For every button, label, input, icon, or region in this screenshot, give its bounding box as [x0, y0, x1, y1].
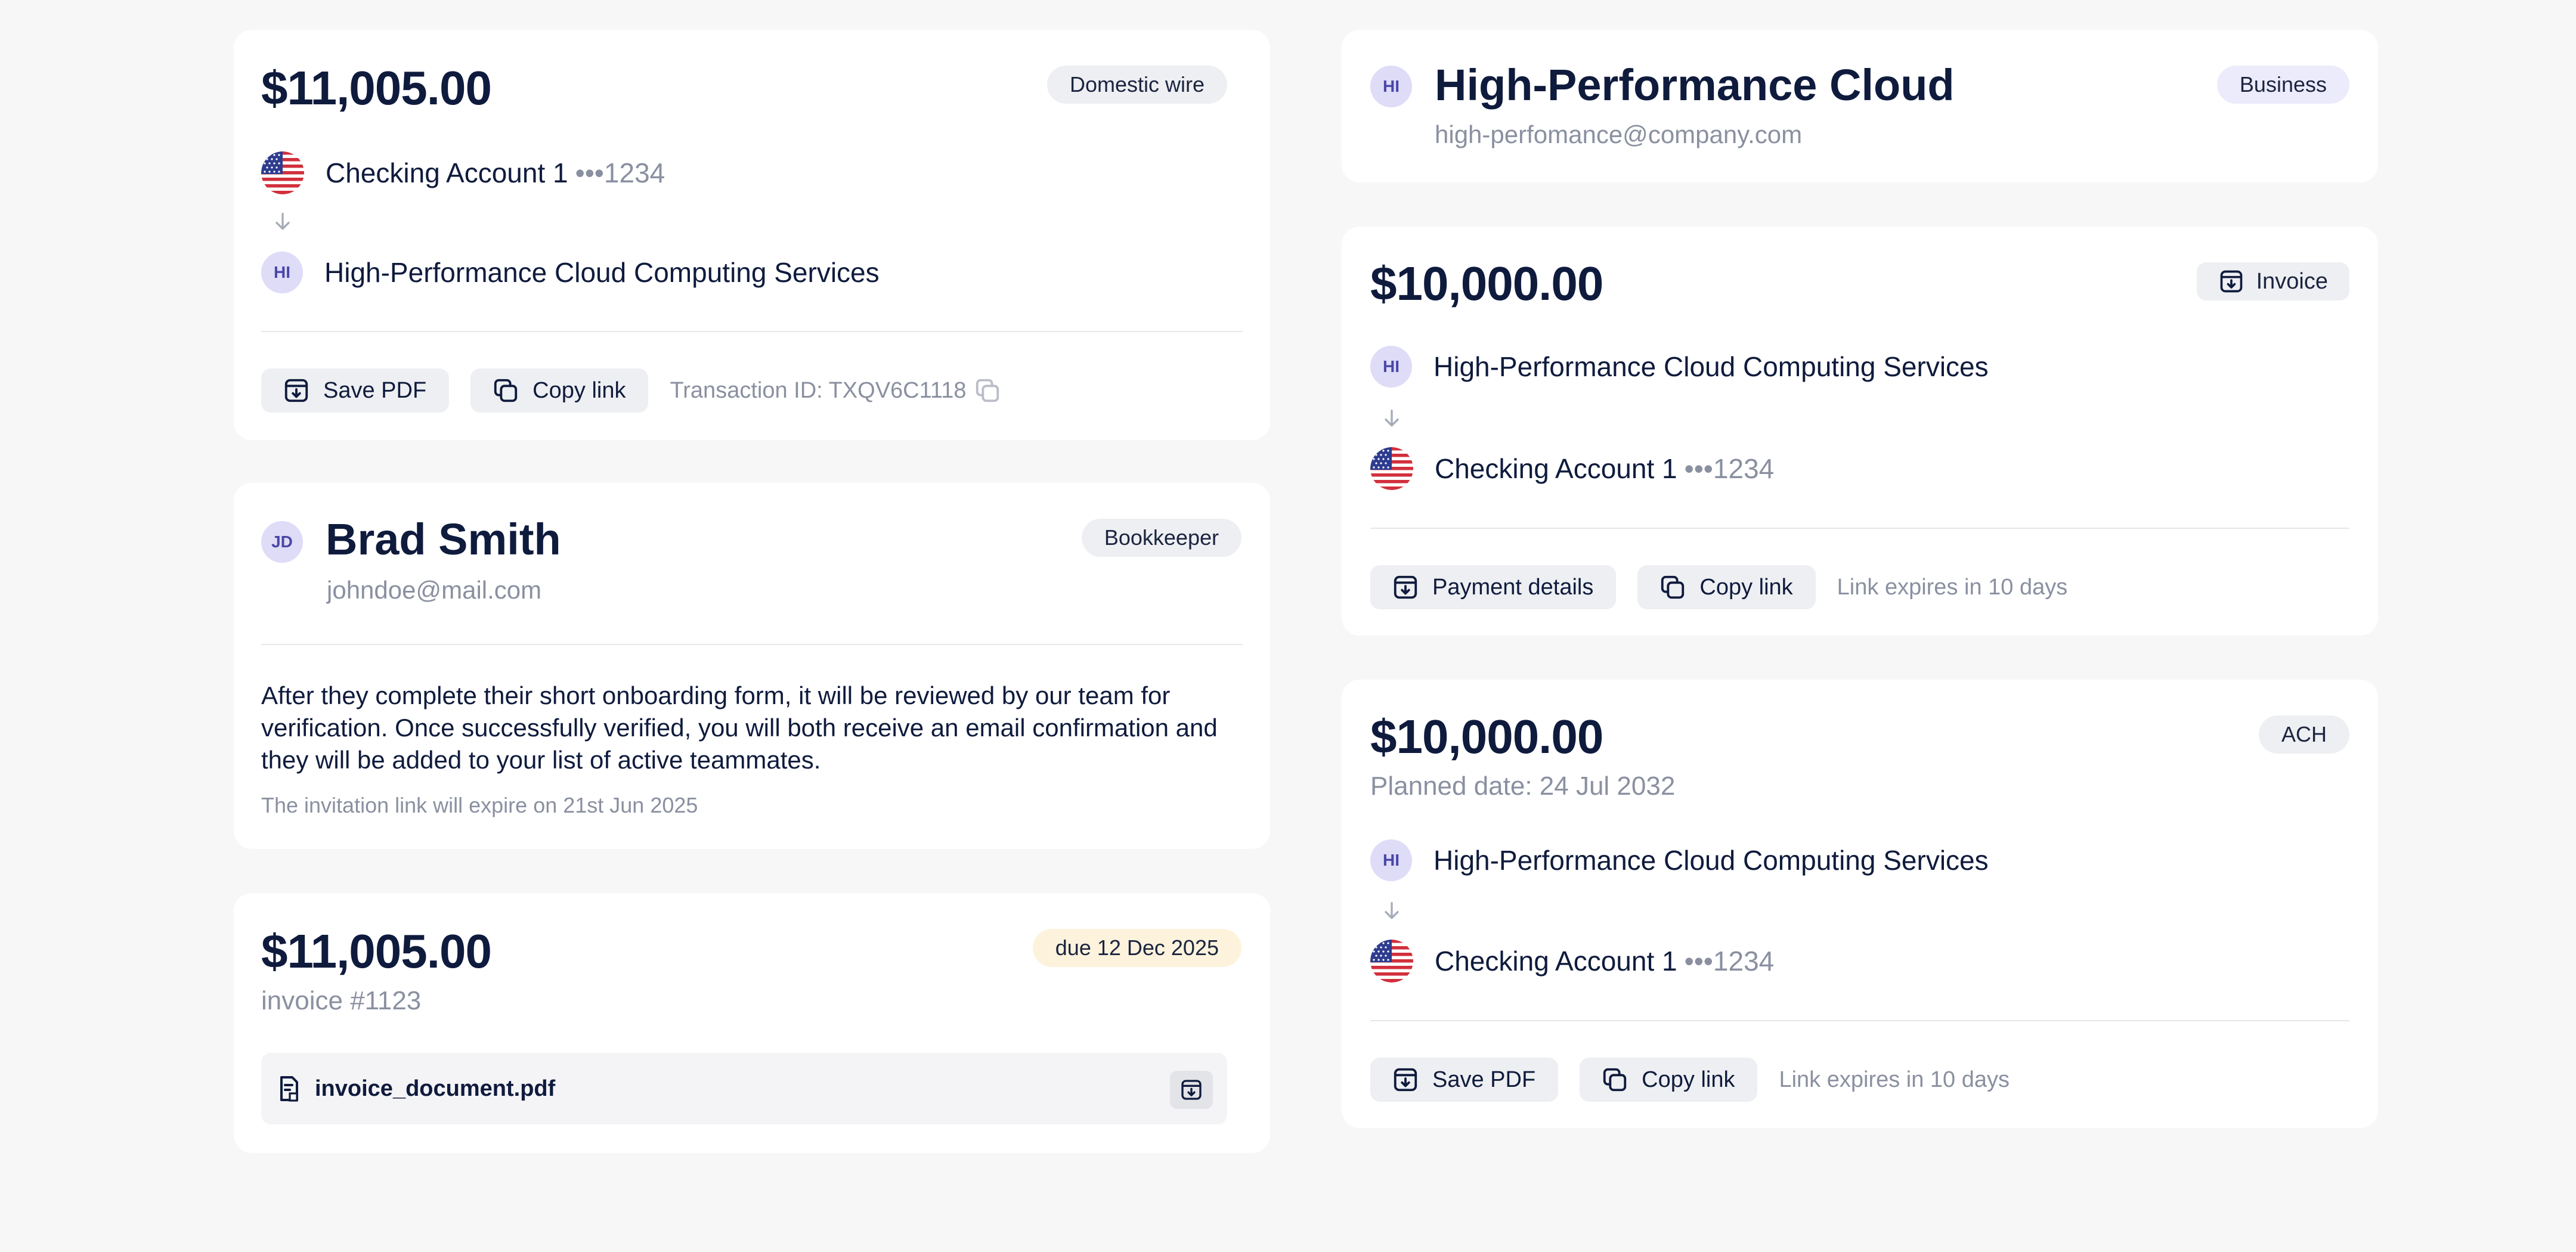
contact-avatar: HI	[1370, 66, 1412, 107]
save-pdf-label: Save PDF	[1432, 1067, 1536, 1092]
role-badge: Bookkeeper	[1081, 519, 1241, 557]
recipient-name: High-Performance Cloud Computing Service…	[1433, 845, 1989, 876]
wire-transfer-card: $11,005.00 Domestic wire Checking Accoun…	[234, 30, 1270, 440]
invite-message: After they complete their short onboardi…	[261, 681, 1218, 774]
to-account-mask: •••1234	[1684, 946, 1775, 977]
copy-link-button[interactable]: Copy link	[470, 368, 649, 413]
payment-actions: Payment details Copy link Link expires i…	[1370, 565, 2067, 609]
contact-email: high-perfomance@company.com	[1435, 120, 1803, 148]
download-icon	[283, 377, 310, 404]
invite-expiry-note: The invitation link will expire on 21st …	[261, 793, 698, 817]
recipient-avatar: HI	[261, 252, 303, 293]
divider	[1370, 1020, 2349, 1021]
us-flag-icon	[1370, 447, 1413, 490]
to-account-mask: •••1234	[1684, 453, 1775, 484]
download-icon	[2218, 268, 2244, 295]
request-amount: $10,000.00	[1370, 257, 1603, 310]
payment-details-label: Payment details	[1432, 574, 1594, 600]
ach-payment-card: $10,000.00 Planned date: 24 Jul 2032 ACH…	[1342, 680, 2378, 1128]
member-avatar: JD	[261, 521, 303, 563]
member-email: johndoe@mail.com	[327, 576, 542, 604]
copy-link-label: Copy link	[1699, 574, 1793, 600]
copy-transaction-id-icon[interactable]	[974, 377, 1001, 404]
arrow-down-icon	[1380, 407, 1404, 430]
save-pdf-label: Save PDF	[323, 377, 427, 403]
contact-type-badge: Business	[2216, 66, 2349, 104]
from-account-name: Checking Account 1	[326, 157, 568, 188]
from-recipient-row: HI High-Performance Cloud Computing Serv…	[1370, 839, 1989, 881]
copy-link-button[interactable]: Copy link	[1580, 1058, 1758, 1102]
link-expiry: Link expires in 10 days	[1779, 1067, 2010, 1092]
divider	[261, 644, 1243, 645]
download-icon	[1392, 574, 1419, 601]
recipient-avatar: HI	[1370, 346, 1412, 388]
invoice-button-label: Invoice	[2256, 269, 2328, 294]
download-icon	[1179, 1078, 1203, 1102]
to-account-row: Checking Account 1 •••1234	[1370, 447, 1774, 490]
transfer-amount: $11,005.00	[261, 61, 492, 114]
copy-icon	[1659, 574, 1686, 601]
from-account-mask: •••1234	[575, 157, 665, 188]
recipient-avatar: HI	[1370, 839, 1412, 881]
divider	[1370, 528, 2349, 529]
download-icon	[1392, 1066, 1419, 1093]
planned-date: Planned date: 24 Jul 2032	[1370, 771, 1676, 801]
file-icon	[274, 1074, 303, 1103]
save-pdf-button[interactable]: Save PDF	[1370, 1058, 1559, 1102]
invoice-number: invoice #1123	[261, 986, 422, 1015]
attachment-file-name: invoice_document.pdf	[315, 1076, 556, 1101]
member-name: Brad Smith	[326, 515, 561, 564]
download-attachment-button[interactable]	[1170, 1071, 1213, 1109]
ach-actions: Save PDF Copy link Link expires in 10 da…	[1370, 1058, 2010, 1102]
arrow-down-icon	[1380, 899, 1404, 923]
us-flag-icon	[261, 151, 304, 194]
wire-actions: Save PDF Copy link Transaction ID: TXQV6…	[261, 368, 1001, 413]
ach-amount: $10,000.00	[1370, 710, 1603, 763]
from-account-row: Checking Account 1 •••1234	[261, 151, 665, 194]
invoice-button[interactable]: Invoice	[2196, 262, 2349, 300]
copy-icon	[1601, 1066, 1628, 1093]
recipient-name: High-Performance Cloud Computing Service…	[1433, 351, 1989, 382]
copy-link-label: Copy link	[532, 377, 626, 403]
transfer-type-badge: Domestic wire	[1046, 66, 1227, 104]
invoice-amount: $11,005.00	[261, 925, 492, 978]
contact-name: High-Performance Cloud	[1435, 60, 1955, 110]
to-account-name: Checking Account 1	[1435, 946, 1677, 977]
due-date-badge: due 12 Dec 2025	[1032, 929, 1241, 967]
payment-request-card: $10,000.00 Invoice HI High-Performance C…	[1342, 227, 2378, 636]
payment-details-button[interactable]: Payment details	[1370, 565, 1617, 609]
save-pdf-button[interactable]: Save PDF	[261, 368, 450, 413]
from-recipient-row: HI High-Performance Cloud Computing Serv…	[1370, 346, 1989, 388]
contact-card: HI High-Performance Cloud high-perfomanc…	[1342, 30, 2378, 182]
transaction-id: Transaction ID: TXQV6C1118	[670, 377, 967, 403]
copy-link-label: Copy link	[1642, 1067, 1735, 1092]
to-account-name: Checking Account 1	[1435, 453, 1677, 484]
to-account-row: Checking Account 1 •••1234	[1370, 940, 1774, 983]
attachment-row[interactable]: invoice_document.pdf	[261, 1053, 1227, 1124]
us-flag-icon	[1370, 940, 1413, 983]
arrow-down-icon	[271, 210, 295, 234]
to-recipient-row: HI High-Performance Cloud Computing Serv…	[261, 252, 880, 293]
divider	[261, 331, 1243, 332]
copy-icon	[492, 377, 519, 404]
link-expiry: Link expires in 10 days	[1837, 574, 2068, 600]
recipient-name: High-Performance Cloud Computing Service…	[324, 257, 880, 288]
copy-link-button[interactable]: Copy link	[1637, 565, 1816, 609]
invoice-card: $11,005.00 due 12 Dec 2025 invoice #1123…	[234, 893, 1270, 1153]
ach-badge: ACH	[2258, 715, 2349, 754]
team-invite-card: JD Brad Smith johndoe@mail.com Bookkeepe…	[234, 483, 1270, 849]
